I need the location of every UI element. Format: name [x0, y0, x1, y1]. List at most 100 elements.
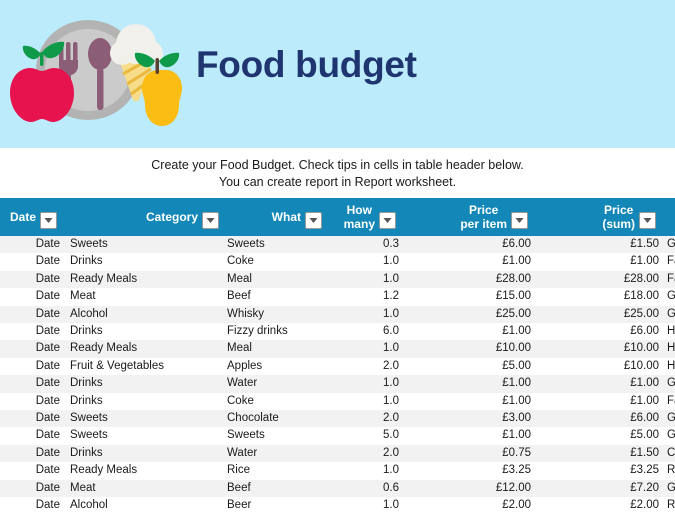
cell-category[interactable]: Sweets	[65, 410, 222, 428]
cell-how-many[interactable]: 1.0	[325, 305, 433, 324]
cell-how-many[interactable]: 1.0	[325, 375, 433, 393]
cell-price-sum[interactable]: £7.20	[563, 479, 663, 498]
cell-how-many[interactable]: 1.0	[325, 253, 433, 271]
cell-price-sum[interactable]: £1.50	[563, 444, 663, 463]
cell-where[interactable]: Grocery	[663, 375, 675, 393]
column-header-how-many[interactable]: How many	[325, 198, 433, 236]
cell-price-sum[interactable]: £18.00	[563, 288, 663, 306]
cell-what[interactable]: Sweets	[222, 427, 325, 445]
cell-what[interactable]: Apples	[222, 357, 325, 376]
cell-category[interactable]: Meat	[65, 288, 222, 306]
filter-dropdown-how-many[interactable]	[379, 211, 396, 229]
cell-price-sum[interactable]: £6.00	[563, 323, 663, 341]
cell-date[interactable]: Date	[0, 236, 65, 254]
cell-where[interactable]: Home Delivery	[663, 357, 675, 376]
cell-price-per-item[interactable]: £6.00	[433, 236, 563, 254]
column-header-what[interactable]: What	[222, 198, 325, 236]
table-row[interactable]: DateAlcoholBeer1.0£2.00£2.00Restaurant	[0, 497, 675, 515]
cell-price-per-item[interactable]: £1.00	[433, 392, 563, 411]
table-row[interactable]: DateDrinksFizzy drinks6.0£1.00£6.00Home …	[0, 323, 675, 341]
cell-category[interactable]: Sweets	[65, 236, 222, 254]
cell-what[interactable]: Beef	[222, 479, 325, 498]
cell-where[interactable]: Grocery	[663, 236, 675, 254]
cell-what[interactable]: Coke	[222, 392, 325, 411]
cell-date[interactable]: Date	[0, 497, 65, 515]
table-row[interactable]: Date Fruit & Vegetables Apples 2.0 £5.00 £10.…	[0, 357, 675, 376]
cell-category[interactable]: Drinks	[65, 375, 222, 393]
cell-date[interactable]: Date	[0, 375, 65, 393]
table-row[interactable]: DateSweetsChocolate2.0£3.00£6.00Grocery	[0, 410, 675, 428]
cell-price-sum[interactable]: £10.00	[563, 357, 663, 376]
cell-what[interactable]: Meal	[222, 340, 325, 358]
table-row[interactable]: DateSweetsSweets5.0£1.00£5.00Grocery	[0, 427, 675, 445]
cell-where[interactable]: Coffee shops	[663, 444, 675, 463]
cell-date[interactable]: Date	[0, 323, 65, 341]
table-row[interactable]: DateMeatBeef1.2£15.00£18.00Grocery	[0, 288, 675, 306]
cell-price-per-item[interactable]: £15.00	[433, 288, 563, 306]
table-row[interactable]: DateDrinksCoke1.0£1.00£1.00Fast Food	[0, 392, 675, 411]
cell-price-per-item[interactable]: £10.00	[433, 340, 563, 358]
cell-where[interactable]: Fast Food	[663, 392, 675, 411]
cell-price-sum[interactable]: £5.00	[563, 427, 663, 445]
cell-price-per-item[interactable]: £1.00	[433, 253, 563, 271]
cell-how-many[interactable]: 1.0	[325, 270, 433, 289]
table-row[interactable]: DateMeatBeef0.6£12.00£7.20Grocery	[0, 479, 675, 498]
table-row[interactable]: DateDrinksWater1.0£1.00£1.00Grocery	[0, 375, 675, 393]
cell-price-sum[interactable]: £28.00	[563, 270, 663, 289]
cell-where[interactable]: Fast Food	[663, 270, 675, 289]
cell-date[interactable]: Date	[0, 340, 65, 358]
cell-date[interactable]: Date	[0, 392, 65, 411]
cell-where[interactable]: Grocery	[663, 410, 675, 428]
cell-date[interactable]: Date	[0, 305, 65, 324]
cell-category[interactable]: Meat	[65, 479, 222, 498]
cell-price-per-item[interactable]: £2.00	[433, 497, 563, 515]
cell-price-sum[interactable]: £25.00	[563, 305, 663, 324]
cell-where[interactable]: Grocery	[663, 305, 675, 324]
cell-date[interactable]: Date	[0, 288, 65, 306]
cell-what[interactable]: Chocolate	[222, 410, 325, 428]
column-header-price-per-item[interactable]: Price per item	[433, 198, 563, 236]
cell-what[interactable]: Rice	[222, 462, 325, 480]
cell-price-per-item[interactable]: £1.00	[433, 323, 563, 341]
cell-category[interactable]: Drinks	[65, 323, 222, 341]
cell-category[interactable]: Ready Meals	[65, 340, 222, 358]
cell-how-many[interactable]: 2.0	[325, 410, 433, 428]
cell-where[interactable]: Grocery	[663, 427, 675, 445]
cell-how-many[interactable]: 1.0	[325, 340, 433, 358]
cell-price-per-item[interactable]: £1.00	[433, 427, 563, 445]
cell-what[interactable]: Beef	[222, 288, 325, 306]
cell-date[interactable]: Date	[0, 427, 65, 445]
filter-dropdown-category[interactable]	[202, 211, 219, 229]
cell-category[interactable]: Ready Meals	[65, 270, 222, 289]
table-row[interactable]: DateSweetsSweets0.3£6.00£1.50Grocery	[0, 236, 675, 254]
table-row[interactable]: DateDrinksCoke1.0£1.00£1.00Fast Food	[0, 253, 675, 271]
table-row[interactable]: DateReady MealsMeal1.0£10.00£10.00Home D…	[0, 340, 675, 358]
cell-price-per-item[interactable]: £1.00	[433, 375, 563, 393]
cell-what[interactable]: Fizzy drinks	[222, 323, 325, 341]
cell-how-many[interactable]: 1.0	[325, 462, 433, 480]
cell-price-per-item[interactable]: £3.00	[433, 410, 563, 428]
cell-date[interactable]: Date	[0, 270, 65, 289]
cell-price-per-item[interactable]: £28.00	[433, 270, 563, 289]
cell-date[interactable]: Date	[0, 479, 65, 498]
cell-where[interactable]: Home Delivery	[663, 323, 675, 341]
cell-where[interactable]: Fast Food	[663, 253, 675, 271]
cell-where[interactable]: Grocery	[663, 479, 675, 498]
cell-how-many[interactable]: 2.0	[325, 357, 433, 376]
column-header-category[interactable]: Category	[65, 198, 222, 236]
cell-price-sum[interactable]: £6.00	[563, 410, 663, 428]
cell-how-many[interactable]: 5.0	[325, 427, 433, 445]
cell-price-sum[interactable]: £2.00	[563, 497, 663, 515]
table-row[interactable]: DateDrinksWater2.0£0.75£1.50Coffee shops	[0, 444, 675, 463]
cell-price-sum[interactable]: £1.00	[563, 375, 663, 393]
cell-price-sum[interactable]: £1.50	[563, 236, 663, 254]
cell-what[interactable]: Water	[222, 444, 325, 463]
cell-how-many[interactable]: 0.6	[325, 479, 433, 498]
cell-what[interactable]: Water	[222, 375, 325, 393]
cell-price-per-item[interactable]: £0.75	[433, 444, 563, 463]
cell-what[interactable]: Whisky	[222, 305, 325, 324]
cell-how-many[interactable]: 2.0	[325, 444, 433, 463]
table-row[interactable]: DateReady MealsRice1.0£3.25£3.25Restaura…	[0, 462, 675, 480]
cell-how-many[interactable]: 1.0	[325, 497, 433, 515]
cell-where[interactable]: Grocery	[663, 288, 675, 306]
